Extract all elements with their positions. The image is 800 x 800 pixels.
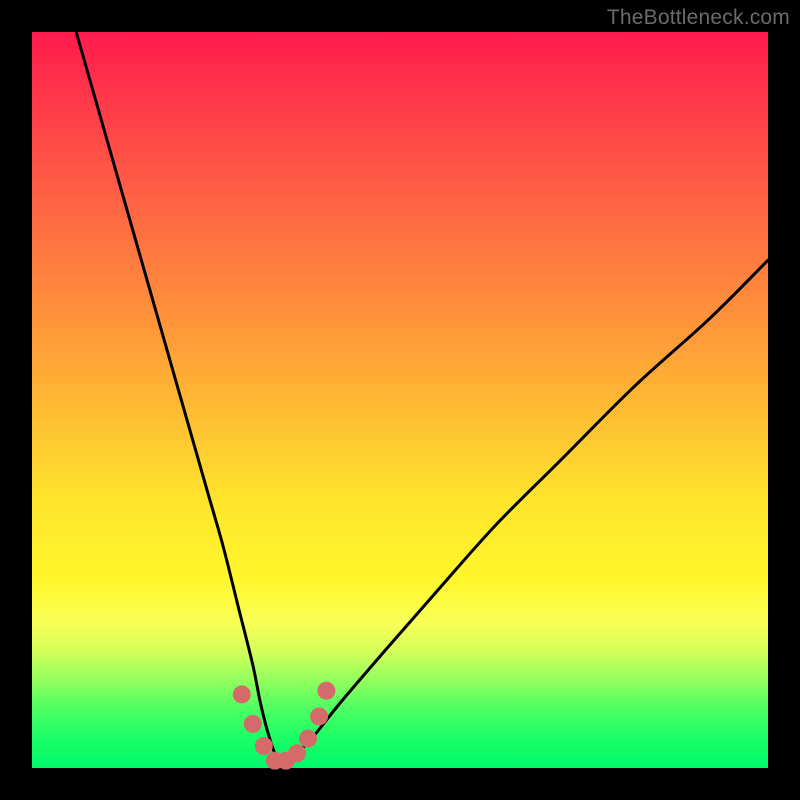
chart-frame: TheBottleneck.com: [0, 0, 800, 800]
bottleneck-curve: [76, 32, 768, 762]
plot-area: [32, 32, 768, 768]
watermark-text: TheBottleneck.com: [607, 6, 790, 30]
plot-svg: [32, 32, 768, 768]
trough-highlight-dots: [233, 682, 336, 770]
highlight-dot: [317, 682, 335, 700]
highlight-dot: [255, 737, 273, 755]
highlight-dot: [310, 707, 328, 725]
highlight-dot: [233, 685, 251, 703]
highlight-dot: [244, 715, 262, 733]
highlight-dot: [299, 730, 317, 748]
highlight-dot: [288, 744, 306, 762]
